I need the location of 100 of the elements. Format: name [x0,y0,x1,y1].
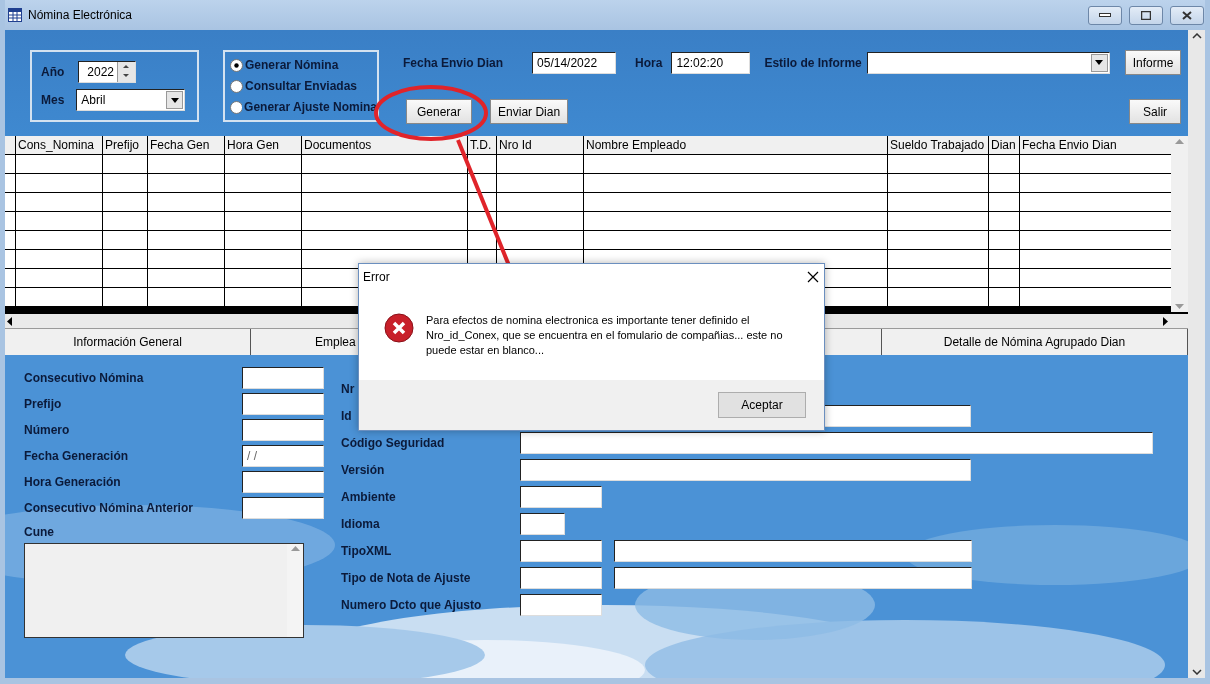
error-icon [384,313,414,343]
field-label: Prefijo [24,397,62,411]
field-label: Ambiente [341,489,396,504]
table-cell [989,174,1019,192]
send-button[interactable]: Enviar Dian [490,99,569,124]
field-label: TipoXML [341,543,392,558]
table-cell [103,288,147,306]
field-label: Cune [24,525,55,539]
minimize-button[interactable] [1088,5,1122,25]
column-header[interactable]: Dian [989,136,1019,154]
field-label: Id [341,408,352,423]
time-label: Hora [635,55,663,70]
time-field[interactable]: 12:02:20 [671,51,751,74]
radio-label[interactable]: Consultar Enviadas [245,79,358,93]
field-label: Código Seguridad [341,435,445,450]
close-icon [1182,10,1192,20]
field-label: Versión [341,462,385,477]
table-cell [103,231,147,249]
maximize-button[interactable] [1129,5,1163,25]
table-cell [989,288,1019,306]
text-field[interactable] [242,367,324,389]
field-label: Nr [341,381,355,396]
column-header[interactable]: Sueldo Trabajado [888,136,988,154]
scroll-up-icon[interactable] [1191,33,1202,39]
radio-label[interactable]: Generar Nómina [245,58,339,72]
send-date-label: Fecha Envio Dian [403,55,504,70]
field-label: Número [24,423,70,437]
text-field[interactable] [520,485,602,508]
dialog-title: Error [363,269,390,284]
dropdown-arrow-icon [1095,60,1104,65]
field-label: Hora Generación [24,475,121,489]
table-cell [103,174,147,192]
error-message: Para efectos de nomina electronica es importante tener definido el Nro_id_Conex, que se encuentra en el fomulario de compañias... este no puede estar en blanco... [426,313,784,358]
table-cell [989,193,1019,211]
minimize-icon [1099,13,1111,17]
column-header[interactable]: Prefijo [103,136,147,154]
scroll-left-icon[interactable] [7,316,12,326]
table-cell [989,231,1019,249]
radio-selected-icon[interactable] [230,58,243,72]
year-spinner[interactable]: 2022 [78,61,137,83]
close-icon[interactable] [806,269,820,284]
radio-icon[interactable] [230,79,243,93]
column-header[interactable]: Hora Gen [225,136,301,154]
row-selector-header [5,136,15,154]
table-cell [989,269,1019,287]
table-cell [103,269,147,287]
table-cell [989,212,1019,230]
text-field[interactable] [520,431,1153,454]
generate-button[interactable]: Generar [406,99,473,124]
text-field[interactable]: / / [242,445,324,467]
field-label: Fecha Generación [24,449,129,463]
column-header[interactable]: Fecha Envio Dian [1020,136,1171,154]
table-icon [8,8,22,22]
year-label: Año [41,65,65,79]
radio-icon[interactable] [230,100,243,114]
report-style-label: Estilo de Informe [764,55,862,70]
column-header[interactable]: Nro Id [497,136,583,154]
month-label: Mes [41,93,65,107]
scroll-right-icon[interactable] [1163,316,1168,326]
report-button[interactable]: Informe [1124,50,1182,75]
text-field[interactable] [520,539,602,562]
text-field[interactable] [614,566,972,589]
table-cell [989,155,1019,173]
text-field[interactable] [520,593,602,616]
column-header[interactable]: T.D. [468,136,496,154]
field-label: Tipo de Nota de Ajuste [341,570,471,585]
table-cell [468,231,496,249]
field-label: Consecutivo Nómina Anterior [24,501,193,515]
column-header[interactable]: Cons_Nomina [16,136,102,154]
text-field[interactable] [242,497,324,519]
text-field[interactable] [242,419,324,441]
exit-button[interactable]: Salir [1129,99,1182,124]
column-header[interactable]: Fecha Gen [148,136,224,154]
text-field[interactable] [520,566,602,589]
report-style-dropdown[interactable] [866,51,1110,74]
text-area[interactable] [24,543,304,638]
radio-label[interactable]: Generar Ajuste Nomina [244,100,377,114]
table-cell [103,250,147,268]
text-field[interactable] [614,539,972,562]
text-field[interactable] [242,393,324,415]
accept-button[interactable]: Aceptar [718,392,806,418]
field-label: Consecutivo Nómina [24,371,144,385]
close-button[interactable] [1170,5,1204,25]
scroll-down-icon[interactable] [1191,669,1202,675]
table-cell [103,212,147,230]
table-cell [103,155,147,173]
text-field[interactable] [520,458,971,481]
table-cell [468,155,496,173]
field-label: Numero Dcto que Ajusto [341,597,482,612]
column-header[interactable]: Documentos [302,136,467,154]
field-label: Idioma [341,516,380,531]
restore-icon [1141,10,1151,20]
text-field[interactable] [520,512,565,535]
date-field[interactable]: 05/14/2022 [532,51,617,74]
window-title: Nómina Electrónica [28,8,134,22]
text-field[interactable] [242,471,324,493]
dropdown-arrow-icon [170,97,179,103]
month-dropdown[interactable]: Abril [76,89,186,111]
column-header[interactable]: Nombre Empleado [584,136,887,154]
table-cell [103,193,147,211]
